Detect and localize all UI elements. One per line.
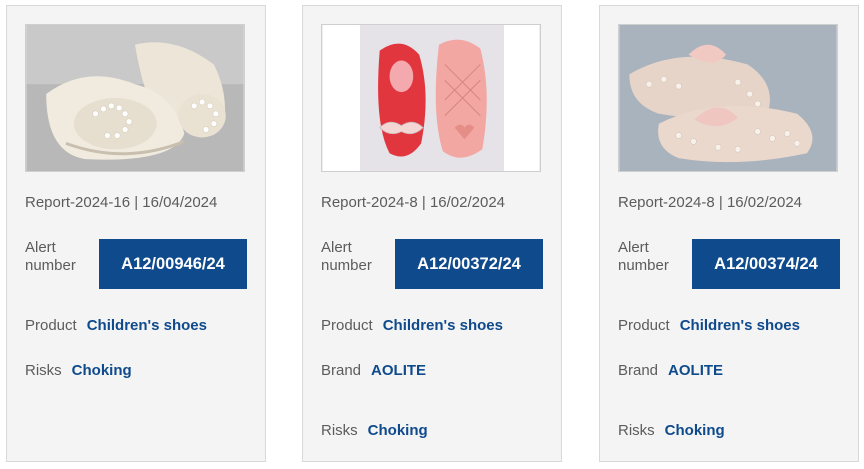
- risks-row: Risks Choking: [321, 422, 428, 439]
- product-label: Product: [321, 317, 373, 334]
- alert-label-line-2: number: [321, 257, 372, 274]
- risks-label: Risks: [618, 422, 655, 439]
- product-image[interactable]: [25, 24, 245, 172]
- report-date: Report-2024-16 | 16/04/2024: [25, 194, 218, 211]
- brand-link[interactable]: AOLITE: [371, 362, 426, 379]
- brand-row: Brand AOLITE: [618, 362, 723, 379]
- alert-number-label: Alert number: [25, 239, 95, 275]
- alert-label-line-2: number: [25, 257, 76, 274]
- alert-label-line-2: number: [618, 257, 669, 274]
- risks-label: Risks: [25, 362, 62, 379]
- alert-number-label: Alert number: [321, 239, 391, 275]
- product-image[interactable]: [618, 24, 838, 172]
- product-link[interactable]: Children's shoes: [87, 317, 207, 334]
- alert-number-button[interactable]: A12/00946/24: [99, 239, 247, 289]
- alert-label-line-1: Alert: [321, 239, 352, 256]
- product-link[interactable]: Children's shoes: [680, 317, 800, 334]
- alert-number-label: Alert number: [618, 239, 688, 275]
- product-label: Product: [25, 317, 77, 334]
- risks-link[interactable]: Choking: [665, 422, 725, 439]
- product-image[interactable]: [321, 24, 541, 172]
- alert-card: Report-2024-8 | 16/02/2024 Alert number …: [302, 5, 562, 462]
- risks-row: Risks Choking: [25, 362, 132, 379]
- alert-number-button[interactable]: A12/00374/24: [692, 239, 840, 289]
- risks-row: Risks Choking: [618, 422, 725, 439]
- shoe-photo-pearl: [619, 25, 837, 171]
- product-label: Product: [618, 317, 670, 334]
- alert-card: Report-2024-16 | 16/04/2024 Alert number…: [6, 5, 266, 462]
- report-date: Report-2024-8 | 16/02/2024: [321, 194, 506, 211]
- risks-link[interactable]: Choking: [72, 362, 132, 379]
- risks-label: Risks: [321, 422, 358, 439]
- brand-label: Brand: [321, 362, 362, 379]
- report-date: Report-2024-8 | 16/02/2024: [618, 194, 803, 211]
- risks-link[interactable]: Choking: [368, 422, 428, 439]
- alert-card: Report-2024-8 | 16/02/2024 Alert number …: [599, 5, 859, 462]
- product-row: Product Children's shoes: [618, 317, 800, 334]
- brand-link[interactable]: AOLITE: [668, 362, 723, 379]
- alert-label-line-1: Alert: [25, 239, 56, 256]
- product-row: Product Children's shoes: [25, 317, 207, 334]
- product-row: Product Children's shoes: [321, 317, 503, 334]
- product-link[interactable]: Children's shoes: [383, 317, 503, 334]
- alert-number-button[interactable]: A12/00372/24: [395, 239, 543, 289]
- alert-label-line-1: Alert: [618, 239, 649, 256]
- shoe-photo-red: [322, 25, 540, 171]
- shoe-photo-cream: [26, 25, 244, 171]
- brand-row: Brand AOLITE: [321, 362, 426, 379]
- brand-label: Brand: [618, 362, 659, 379]
